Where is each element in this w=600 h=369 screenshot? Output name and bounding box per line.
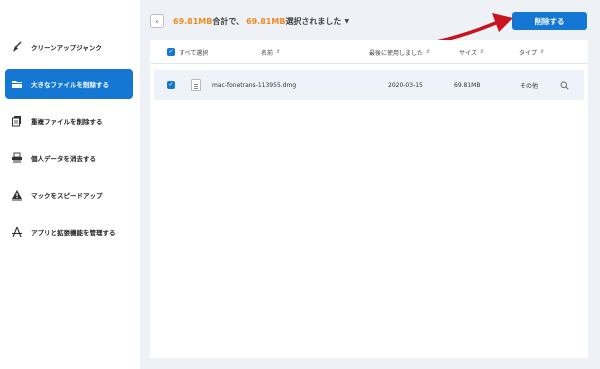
- back-button[interactable]: ‹: [150, 14, 164, 28]
- chevron-left-icon: ‹: [155, 16, 159, 26]
- sidebar-item-label: クリーンアップジャンク: [31, 44, 102, 52]
- file-list-panel: ✓ すべて選択 名前 ⇵ 最後に使用しました ⇵ サイズ ⇵ タイプ ⇵ ✓ m…: [150, 40, 588, 358]
- select-all[interactable]: ✓ すべて選択: [167, 40, 208, 64]
- column-header-name[interactable]: 名前 ⇵: [261, 40, 280, 64]
- warning-icon: [11, 189, 23, 201]
- column-type-label: タイプ: [519, 49, 538, 57]
- sort-icon: ⇵: [540, 49, 545, 55]
- file-size: 69.81MB: [454, 81, 481, 89]
- sidebar-item-junk-cleanup[interactable]: クリーンアップジャンク: [5, 32, 133, 62]
- column-header-type[interactable]: タイプ ⇵: [519, 40, 544, 64]
- selected-text: 選択されました: [285, 16, 342, 26]
- total-text: 合計で、: [212, 16, 245, 26]
- sidebar-item-speed-up-mac[interactable]: マックをスピードアップ: [5, 180, 133, 210]
- duplicate-file-icon: [11, 115, 23, 127]
- delete-button[interactable]: 削除する: [512, 12, 587, 30]
- search-icon[interactable]: [560, 70, 569, 100]
- column-header-last-used[interactable]: 最後に使用しました ⇵: [369, 40, 430, 64]
- sidebar-item-label: アプリと拡張機能を管理する: [31, 229, 116, 237]
- file-type: その他: [520, 82, 539, 90]
- column-header-size[interactable]: サイズ ⇵: [459, 40, 484, 64]
- last-used-date: 2020-03-15: [388, 81, 423, 89]
- sidebar-item-large-files[interactable]: 大きなファイルを削除する: [5, 69, 133, 99]
- broom-icon: [11, 41, 23, 53]
- sort-icon: ⇵: [426, 49, 431, 55]
- app-store-icon: [11, 226, 23, 238]
- file-icon-cell: [191, 70, 201, 100]
- sidebar-item-label: 重複ファイルを削除する: [31, 118, 103, 126]
- table-header: ✓ すべて選択 名前 ⇵ 最後に使用しました ⇵ サイズ ⇵ タイプ ⇵: [150, 40, 588, 64]
- sidebar-item-erase-private-data[interactable]: 個人データを消去する: [5, 143, 133, 173]
- sidebar-item-label: 個人データを消去する: [31, 155, 96, 163]
- selection-summary: 69.81MB 合計で、 69.81MB 選択されました ▼: [173, 14, 349, 28]
- column-size-label: サイズ: [459, 49, 477, 57]
- shredder-icon: [11, 152, 23, 164]
- select-all-label: すべて選択: [179, 49, 209, 57]
- sort-icon: ⇵: [276, 49, 281, 55]
- sidebar-item-duplicate-files[interactable]: 重複ファイルを削除する: [5, 106, 133, 136]
- table-row[interactable]: ✓ mac-fonetrans-113955.dmg 2020-03-15 69…: [154, 70, 584, 100]
- file-name: mac-fonetrans-113955.dmg: [212, 81, 297, 89]
- folder-icon: [11, 78, 23, 90]
- file-icon: [191, 79, 201, 91]
- total-size: 69.81MB: [173, 16, 213, 26]
- column-last-used-label: 最後に使用しました: [369, 49, 424, 57]
- column-name-label: 名前: [261, 49, 274, 57]
- selected-size: 69.81MB: [246, 16, 286, 26]
- row-checkbox[interactable]: ✓: [167, 81, 175, 89]
- row-checkbox-cell[interactable]: ✓: [167, 70, 175, 100]
- sidebar: クリーンアップジャンク 大きなファイルを削除する 重複ファイルを削除する 個人デ…: [0, 0, 140, 369]
- sidebar-item-manage-apps[interactable]: アプリと拡張機能を管理する: [5, 217, 133, 247]
- chevron-down-icon[interactable]: ▼: [344, 18, 349, 25]
- sidebar-item-label: 大きなファイルを削除する: [31, 81, 109, 89]
- sidebar-item-label: マックをスピードアップ: [31, 192, 103, 200]
- sort-icon: ⇵: [479, 49, 485, 55]
- select-all-checkbox[interactable]: ✓: [167, 48, 175, 56]
